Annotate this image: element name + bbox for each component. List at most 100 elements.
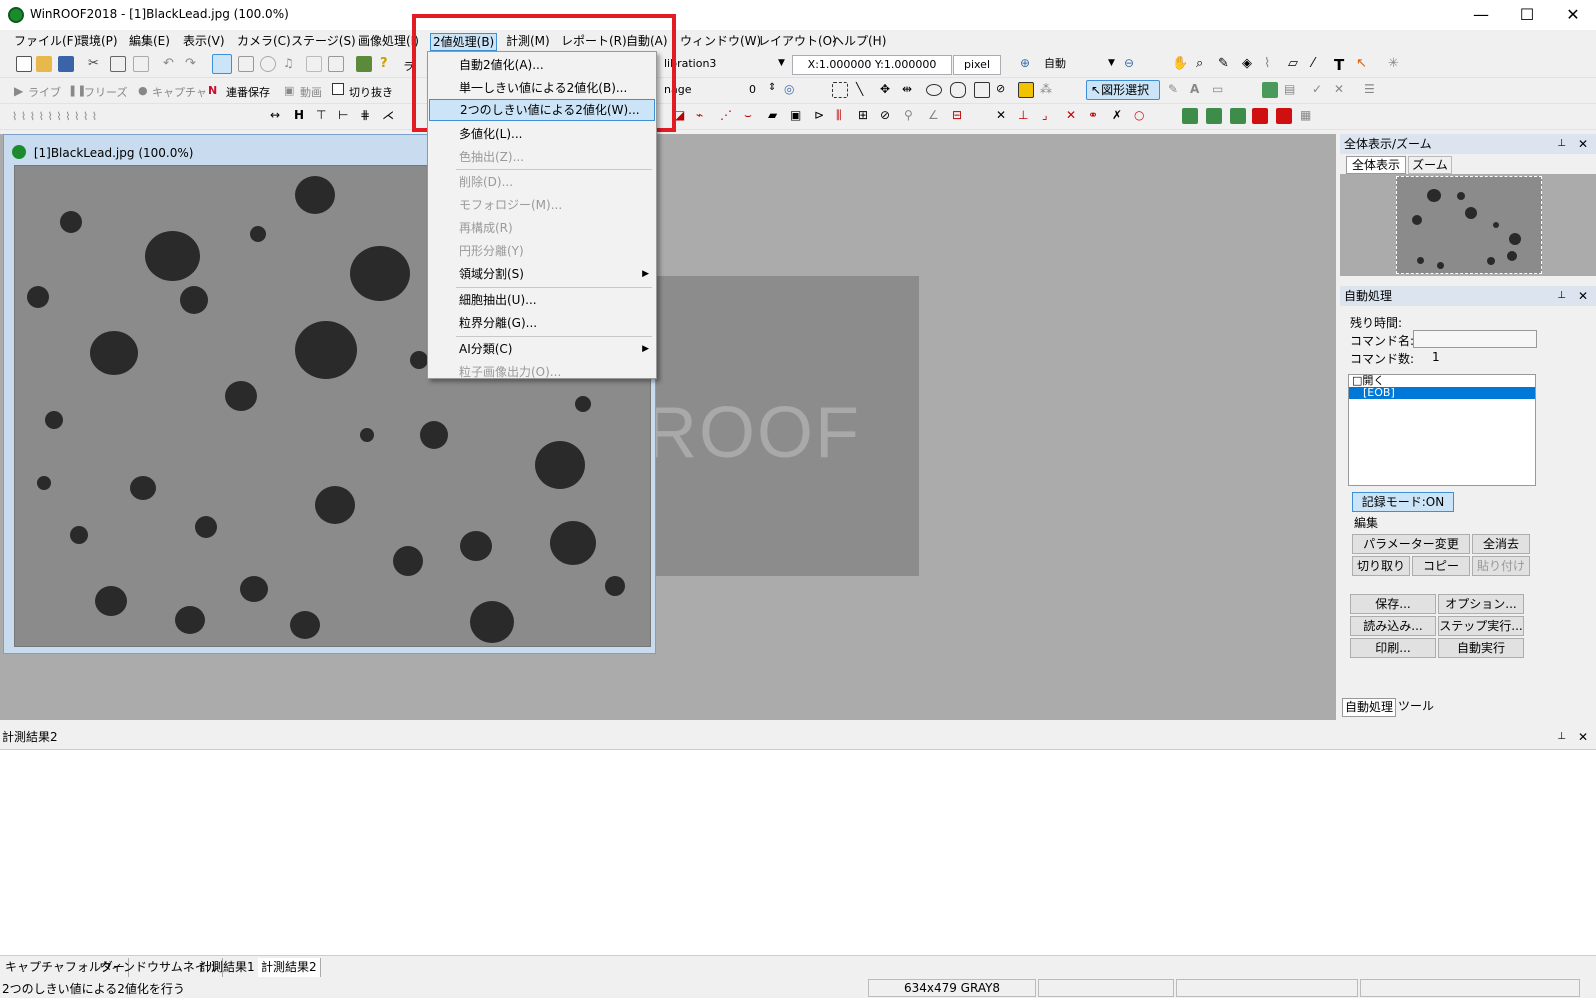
tab-results-2[interactable]: 計測結果2 [258, 958, 321, 977]
point-measure-icon[interactable]: ⋰ [720, 108, 736, 124]
rgb-g-icon[interactable] [1206, 108, 1222, 124]
menu-camera[interactable]: カメラ(C) [235, 33, 293, 51]
new-file-icon[interactable] [16, 56, 32, 72]
annotation-text-icon[interactable]: A [1190, 82, 1206, 98]
crop-checkbox[interactable] [332, 83, 344, 95]
pin-icon[interactable]: ⊥ [1557, 134, 1566, 154]
count-field[interactable]: 0 [730, 81, 760, 101]
grid-measure-icon[interactable]: ⊞ [858, 108, 874, 124]
clear-icon[interactable]: ✕ [1334, 82, 1350, 98]
minimize-button[interactable]: — [1458, 0, 1504, 30]
undo-icon[interactable]: ↶ [163, 56, 179, 72]
frame-icon[interactable] [306, 56, 322, 72]
overview-thumbnail[interactable] [1396, 176, 1542, 274]
hatch-icon[interactable]: ⋕ [360, 108, 376, 124]
pencil-icon[interactable]: ✎ [1218, 56, 1234, 72]
tab-auto-process[interactable]: 自動処理 [1342, 698, 1396, 717]
maximize-button[interactable]: ☐ [1504, 0, 1550, 30]
sparkle-icon[interactable]: ✳ [1388, 56, 1404, 72]
rgb-r-icon[interactable] [1182, 108, 1198, 124]
cube-v-icon[interactable] [1252, 108, 1268, 124]
brush-icon[interactable]: ⌇ [1264, 56, 1280, 72]
load-button[interactable]: 読み込み... [1350, 616, 1436, 636]
unit-field[interactable]: pixel [953, 55, 1001, 75]
menu-item-reconstruct[interactable]: 再構成(R) [429, 217, 655, 239]
scale-bar-icon[interactable]: ⊟ [952, 108, 968, 124]
record-mode-button[interactable]: 記録モード:ON [1352, 492, 1454, 512]
menu-item-two-threshold[interactable]: 2つのしきい値による2値化(W)... [429, 99, 655, 121]
list-item[interactable]: [EOB] [1349, 387, 1535, 399]
window-icon[interactable] [328, 56, 344, 72]
close-icon[interactable]: ✕ [1578, 286, 1588, 306]
check-icon[interactable]: ✓ [1312, 82, 1328, 98]
node-icon[interactable]: ⚭ [1088, 108, 1104, 124]
clear-all-button[interactable]: 全消去 [1472, 534, 1530, 554]
menu-view[interactable]: 表示(V) [181, 33, 227, 51]
menu-item-single-threshold[interactable]: 単一しきい値による2値化(B)... [429, 77, 655, 99]
menu-item-color-extract[interactable]: 色抽出(Z)... [429, 146, 655, 168]
tab-zoom[interactable]: ズーム [1408, 156, 1452, 174]
link-icon[interactable]: ⊘ [880, 108, 896, 124]
command-list[interactable]: □開く [EOB] [1348, 374, 1536, 486]
menu-item-morphology[interactable]: モフォロジー(M)... [429, 194, 655, 216]
rgb-b-icon[interactable] [1230, 108, 1246, 124]
zoom-mode-select[interactable]: 自動 [1040, 55, 1118, 75]
pin-icon[interactable]: ⊥ [1557, 725, 1566, 749]
move-icon[interactable]: ✥ [880, 82, 896, 98]
help-icon[interactable]: ? [380, 56, 396, 72]
magnifier-icon[interactable]: ⌕ [1196, 56, 1212, 72]
menu-item-circle-separate[interactable]: 円形分離(Y) [429, 240, 655, 262]
list-icon[interactable]: ☰ [1364, 82, 1380, 98]
freehand-icon[interactable] [950, 82, 966, 98]
key-icon[interactable]: ⚲ [904, 108, 920, 124]
box-icon[interactable]: ▭ [1212, 82, 1228, 98]
rect-select-icon[interactable] [832, 82, 848, 98]
arrow-tool-icon[interactable]: ↖ [1356, 56, 1372, 72]
menu-item-ai-classify[interactable]: AI分類(C) ▶ [429, 338, 655, 360]
menu-environment[interactable]: 環境(P) [75, 33, 120, 51]
cut-button[interactable]: 切り取り [1352, 556, 1410, 576]
shape-select-button[interactable]: ↖図形選択 [1086, 80, 1160, 100]
h-measure-icon[interactable]: H [294, 108, 310, 124]
grid-icon[interactable]: ⁂ [1040, 82, 1056, 98]
x-icon[interactable]: ✗ [1112, 108, 1128, 124]
menu-window[interactable]: ウィンドウ(W) [678, 33, 763, 51]
image-mode-icon[interactable] [212, 54, 232, 74]
resize-icon[interactable]: ⇹ [902, 82, 918, 98]
save-button[interactable]: 保存... [1350, 594, 1436, 614]
ellipse-icon[interactable] [926, 84, 942, 96]
close-icon[interactable]: ✕ [1578, 134, 1588, 154]
tab-results-1[interactable]: 計測結果1 [196, 958, 259, 977]
fill-icon[interactable]: ◈ [1242, 56, 1258, 72]
menu-item-particle-output[interactable]: 粒子画像出力(O)... [429, 361, 655, 383]
cut-icon[interactable]: ✂ [88, 56, 104, 72]
dropper-icon[interactable]: ⁄ [1312, 56, 1328, 72]
corner-icon[interactable]: ⌟ [1042, 108, 1058, 124]
pin-icon[interactable]: ⊥ [1557, 286, 1566, 306]
angle-icon[interactable]: ⋌ [382, 108, 398, 124]
eraser-icon[interactable]: ▱ [1288, 56, 1304, 72]
menu-file[interactable]: ファイル(F) [12, 33, 80, 51]
stamp-icon[interactable]: ▰ [768, 108, 784, 124]
circle-icon[interactable]: ○ [1134, 108, 1150, 124]
step-run-button[interactable]: ステップ実行... [1438, 616, 1524, 636]
zoom-icon[interactable]: ⊕ [1020, 56, 1036, 72]
cube-m-icon[interactable] [1276, 108, 1292, 124]
hand-icon[interactable]: ✋ [1172, 56, 1188, 72]
calibration-select[interactable]: libration3 [660, 55, 788, 75]
polygon-icon[interactable] [974, 82, 990, 98]
path-measure-icon[interactable]: ⌁ [696, 108, 712, 124]
capture-button[interactable]: キャプチャ [152, 84, 207, 100]
menu-layout[interactable]: レイアウト(O) [756, 33, 839, 51]
gallery-icon[interactable]: ▤ [1284, 82, 1300, 98]
grid-pattern-icon[interactable]: ▦ [1300, 108, 1316, 124]
copy-button[interactable]: コピー [1412, 556, 1470, 576]
region-measure-icon[interactable]: ◪ [674, 108, 690, 124]
pen-icon[interactable]: ✎ [1168, 82, 1184, 98]
t-measure-icon[interactable]: ⊤ [316, 108, 332, 124]
histogram-icon[interactable]: ♫ [283, 56, 299, 72]
object-icon[interactable]: ⊘ [996, 82, 1012, 98]
serial-save-button[interactable]: 連番保存 [226, 84, 270, 100]
angle-measure-icon[interactable]: ∠ [928, 108, 944, 124]
bar-measure-icon[interactable]: ⫼ [836, 108, 852, 124]
